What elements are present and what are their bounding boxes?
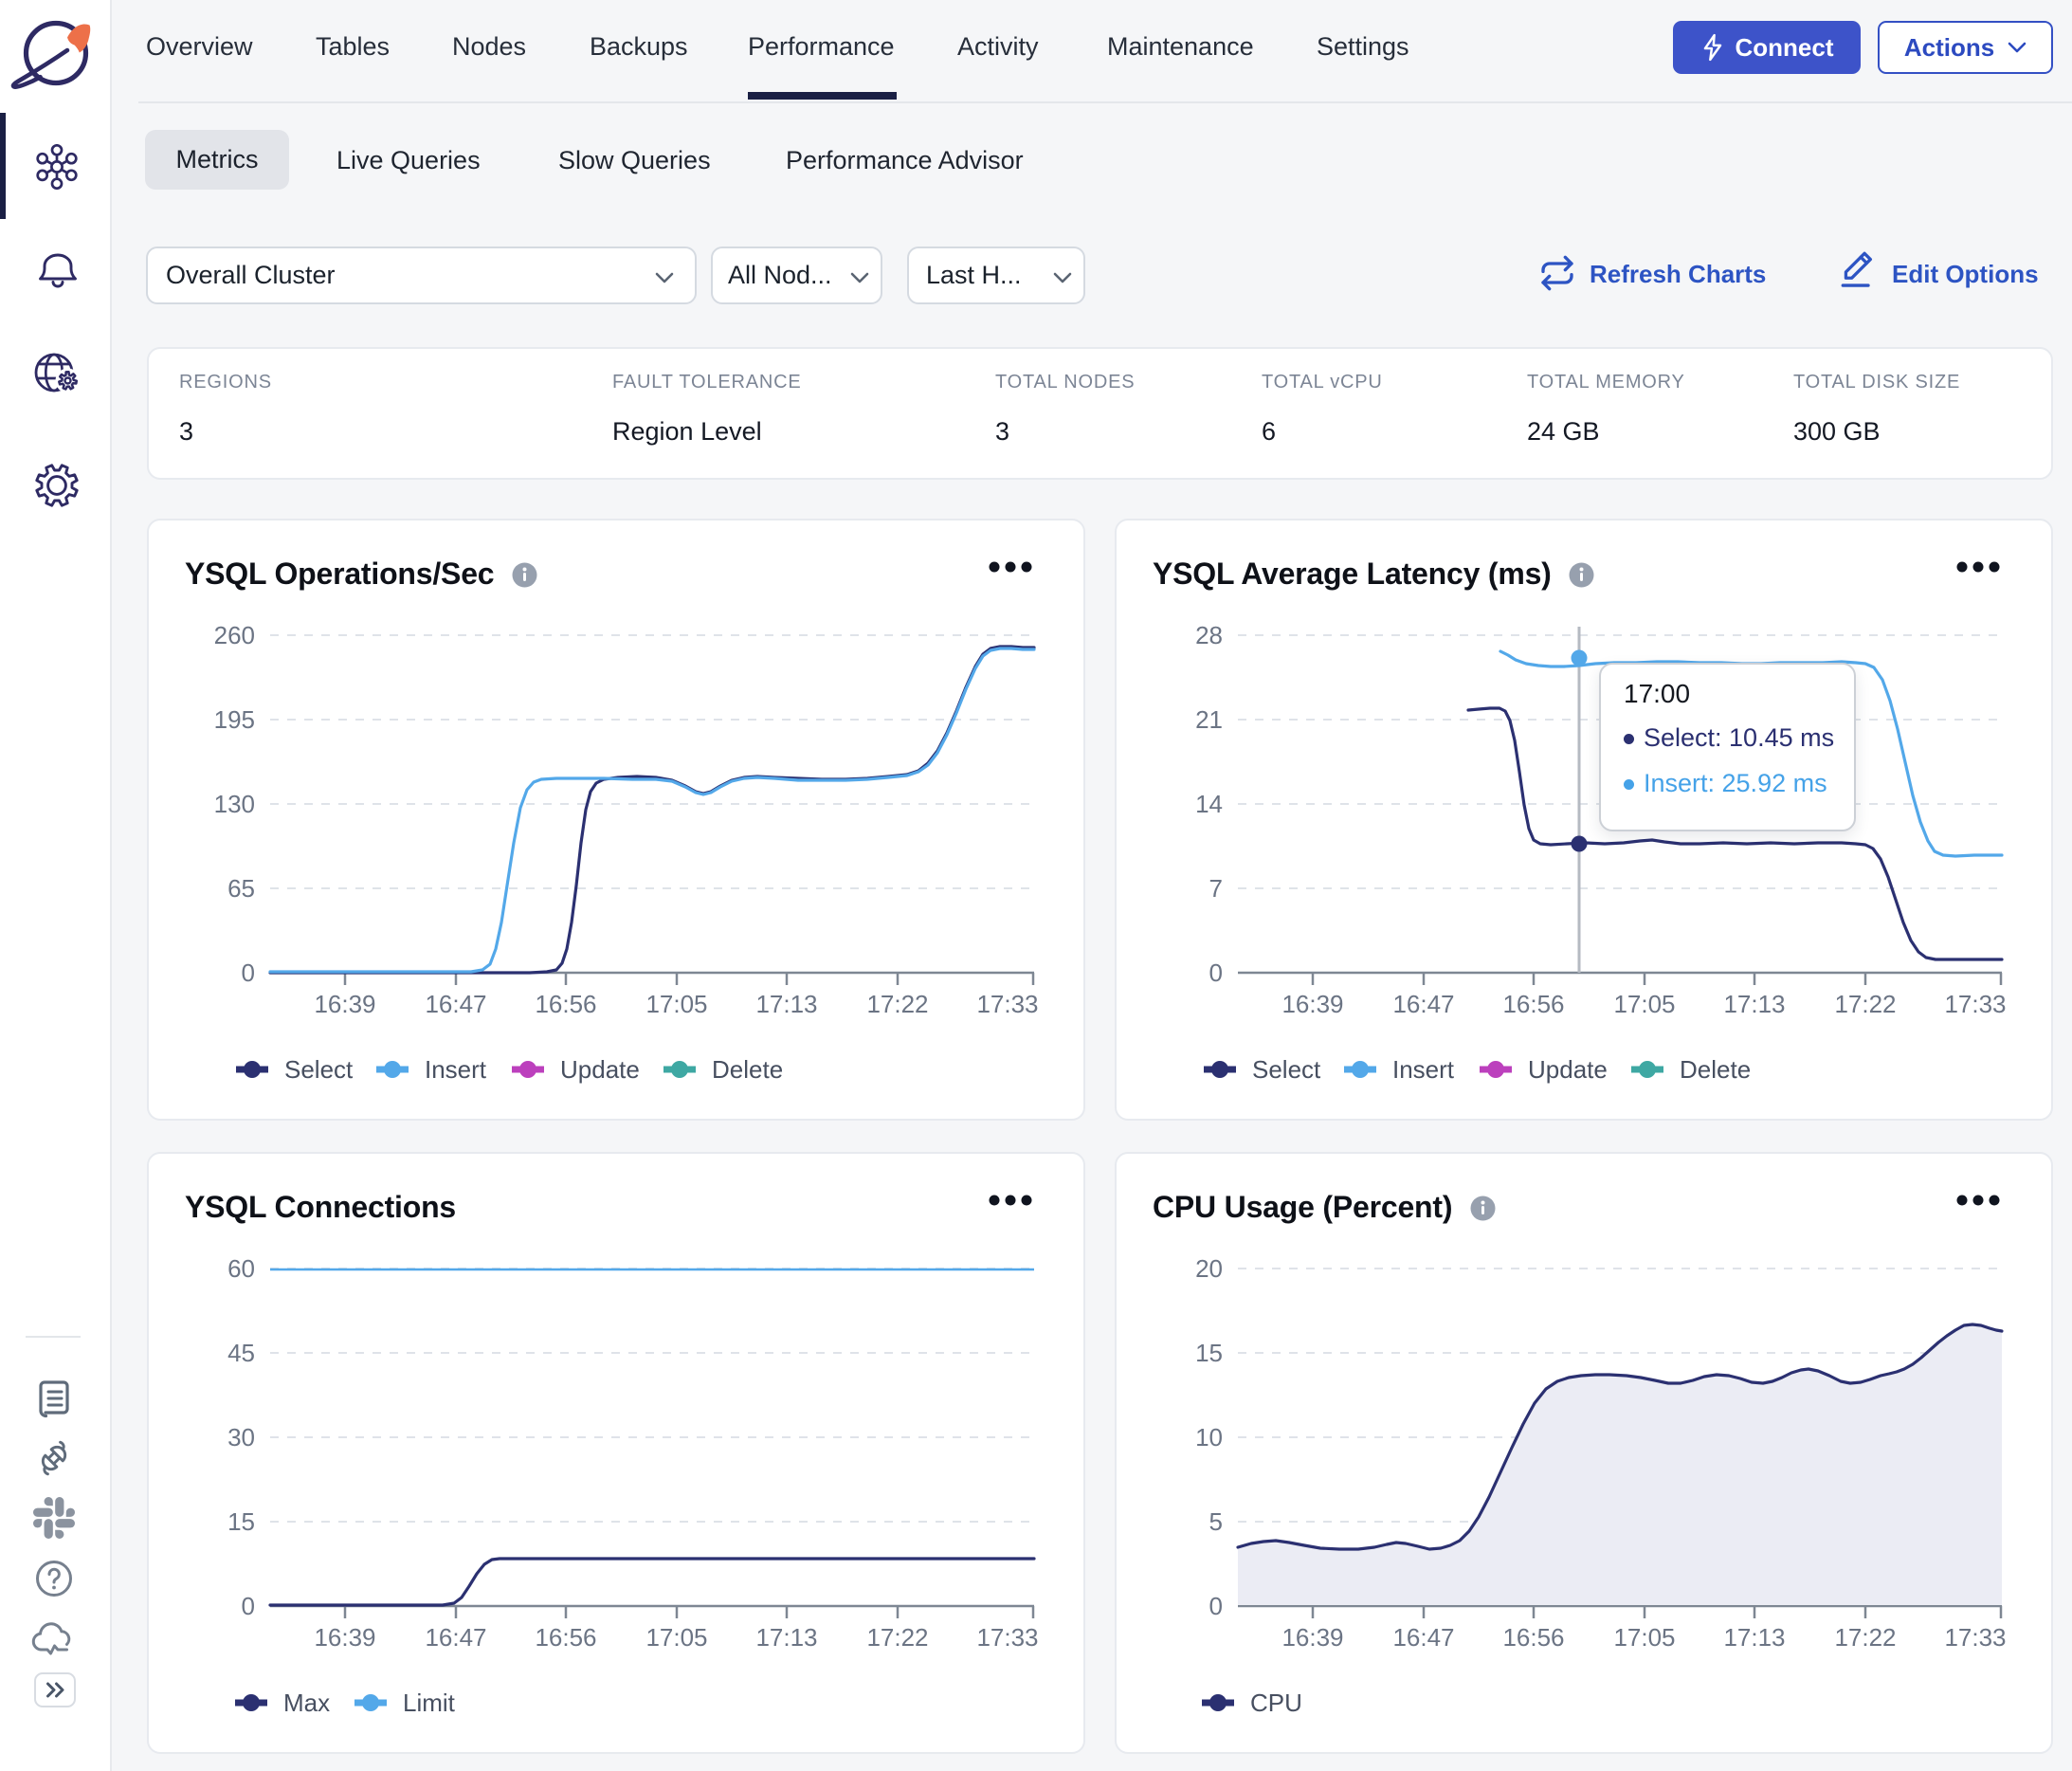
svg-text:16:47: 16:47 — [1392, 990, 1454, 1018]
svg-text:5: 5 — [1209, 1507, 1223, 1536]
svg-text:0: 0 — [1209, 959, 1223, 987]
svg-text:Select: Select — [284, 1055, 354, 1084]
svg-text:16:39: 16:39 — [1281, 1623, 1343, 1652]
svg-text:65: 65 — [227, 874, 255, 903]
svg-text:17:05: 17:05 — [1613, 1623, 1675, 1652]
svg-text:17:33: 17:33 — [976, 990, 1038, 1018]
svg-text:Insert: Insert — [1392, 1055, 1455, 1084]
svg-text:21: 21 — [1195, 705, 1223, 734]
svg-text:CPU: CPU — [1250, 1689, 1302, 1717]
svg-text:17:05: 17:05 — [645, 1623, 707, 1652]
svg-text:Delete: Delete — [712, 1055, 783, 1084]
svg-text:17:13: 17:13 — [1723, 990, 1785, 1018]
svg-text:28: 28 — [1195, 621, 1223, 649]
svg-text:16:56: 16:56 — [535, 1623, 596, 1652]
svg-text:10: 10 — [1195, 1423, 1223, 1451]
svg-text:Insert: Insert — [425, 1055, 487, 1084]
svg-text:16:39: 16:39 — [314, 1623, 375, 1652]
svg-text:17:33: 17:33 — [1944, 990, 2006, 1018]
svg-text:0: 0 — [1209, 1592, 1223, 1620]
svg-text:30: 30 — [227, 1423, 255, 1451]
svg-text:15: 15 — [227, 1507, 255, 1536]
svg-text:16:39: 16:39 — [1281, 990, 1343, 1018]
svg-text:7: 7 — [1209, 874, 1223, 903]
svg-text:195: 195 — [214, 705, 255, 734]
svg-text:Update: Update — [560, 1055, 640, 1084]
svg-text:15: 15 — [1195, 1339, 1223, 1367]
svg-text:60: 60 — [227, 1254, 255, 1283]
svg-text:17:33: 17:33 — [976, 1623, 1038, 1652]
svg-text:16:56: 16:56 — [1502, 1623, 1564, 1652]
svg-text:16:56: 16:56 — [535, 990, 596, 1018]
svg-text:17:22: 17:22 — [866, 1623, 928, 1652]
svg-text:16:39: 16:39 — [314, 990, 375, 1018]
svg-text:17:22: 17:22 — [1834, 1623, 1896, 1652]
svg-text:17:22: 17:22 — [1834, 990, 1896, 1018]
svg-text:14: 14 — [1195, 790, 1223, 818]
svg-text:20: 20 — [1195, 1254, 1223, 1283]
svg-text:16:47: 16:47 — [425, 1623, 486, 1652]
svg-text:Max: Max — [283, 1689, 330, 1717]
svg-text:0: 0 — [242, 1592, 255, 1620]
svg-text:17:05: 17:05 — [645, 990, 707, 1018]
svg-text:16:47: 16:47 — [425, 990, 486, 1018]
svg-text:17:13: 17:13 — [1723, 1623, 1785, 1652]
svg-text:0: 0 — [242, 959, 255, 987]
svg-text:45: 45 — [227, 1339, 255, 1367]
svg-text:Delete: Delete — [1680, 1055, 1751, 1084]
svg-text:Update: Update — [1528, 1055, 1608, 1084]
svg-text:17:13: 17:13 — [755, 1623, 817, 1652]
svg-text:17:33: 17:33 — [1944, 1623, 2006, 1652]
svg-text:16:56: 16:56 — [1502, 990, 1564, 1018]
svg-text:16:47: 16:47 — [1392, 1623, 1454, 1652]
svg-text:Limit: Limit — [403, 1689, 456, 1717]
svg-text:17:05: 17:05 — [1613, 990, 1675, 1018]
svg-text:260: 260 — [214, 621, 255, 649]
svg-text:17:22: 17:22 — [866, 990, 928, 1018]
svg-text:130: 130 — [214, 790, 255, 818]
svg-text:Select: Select — [1252, 1055, 1321, 1084]
svg-text:17:13: 17:13 — [755, 990, 817, 1018]
